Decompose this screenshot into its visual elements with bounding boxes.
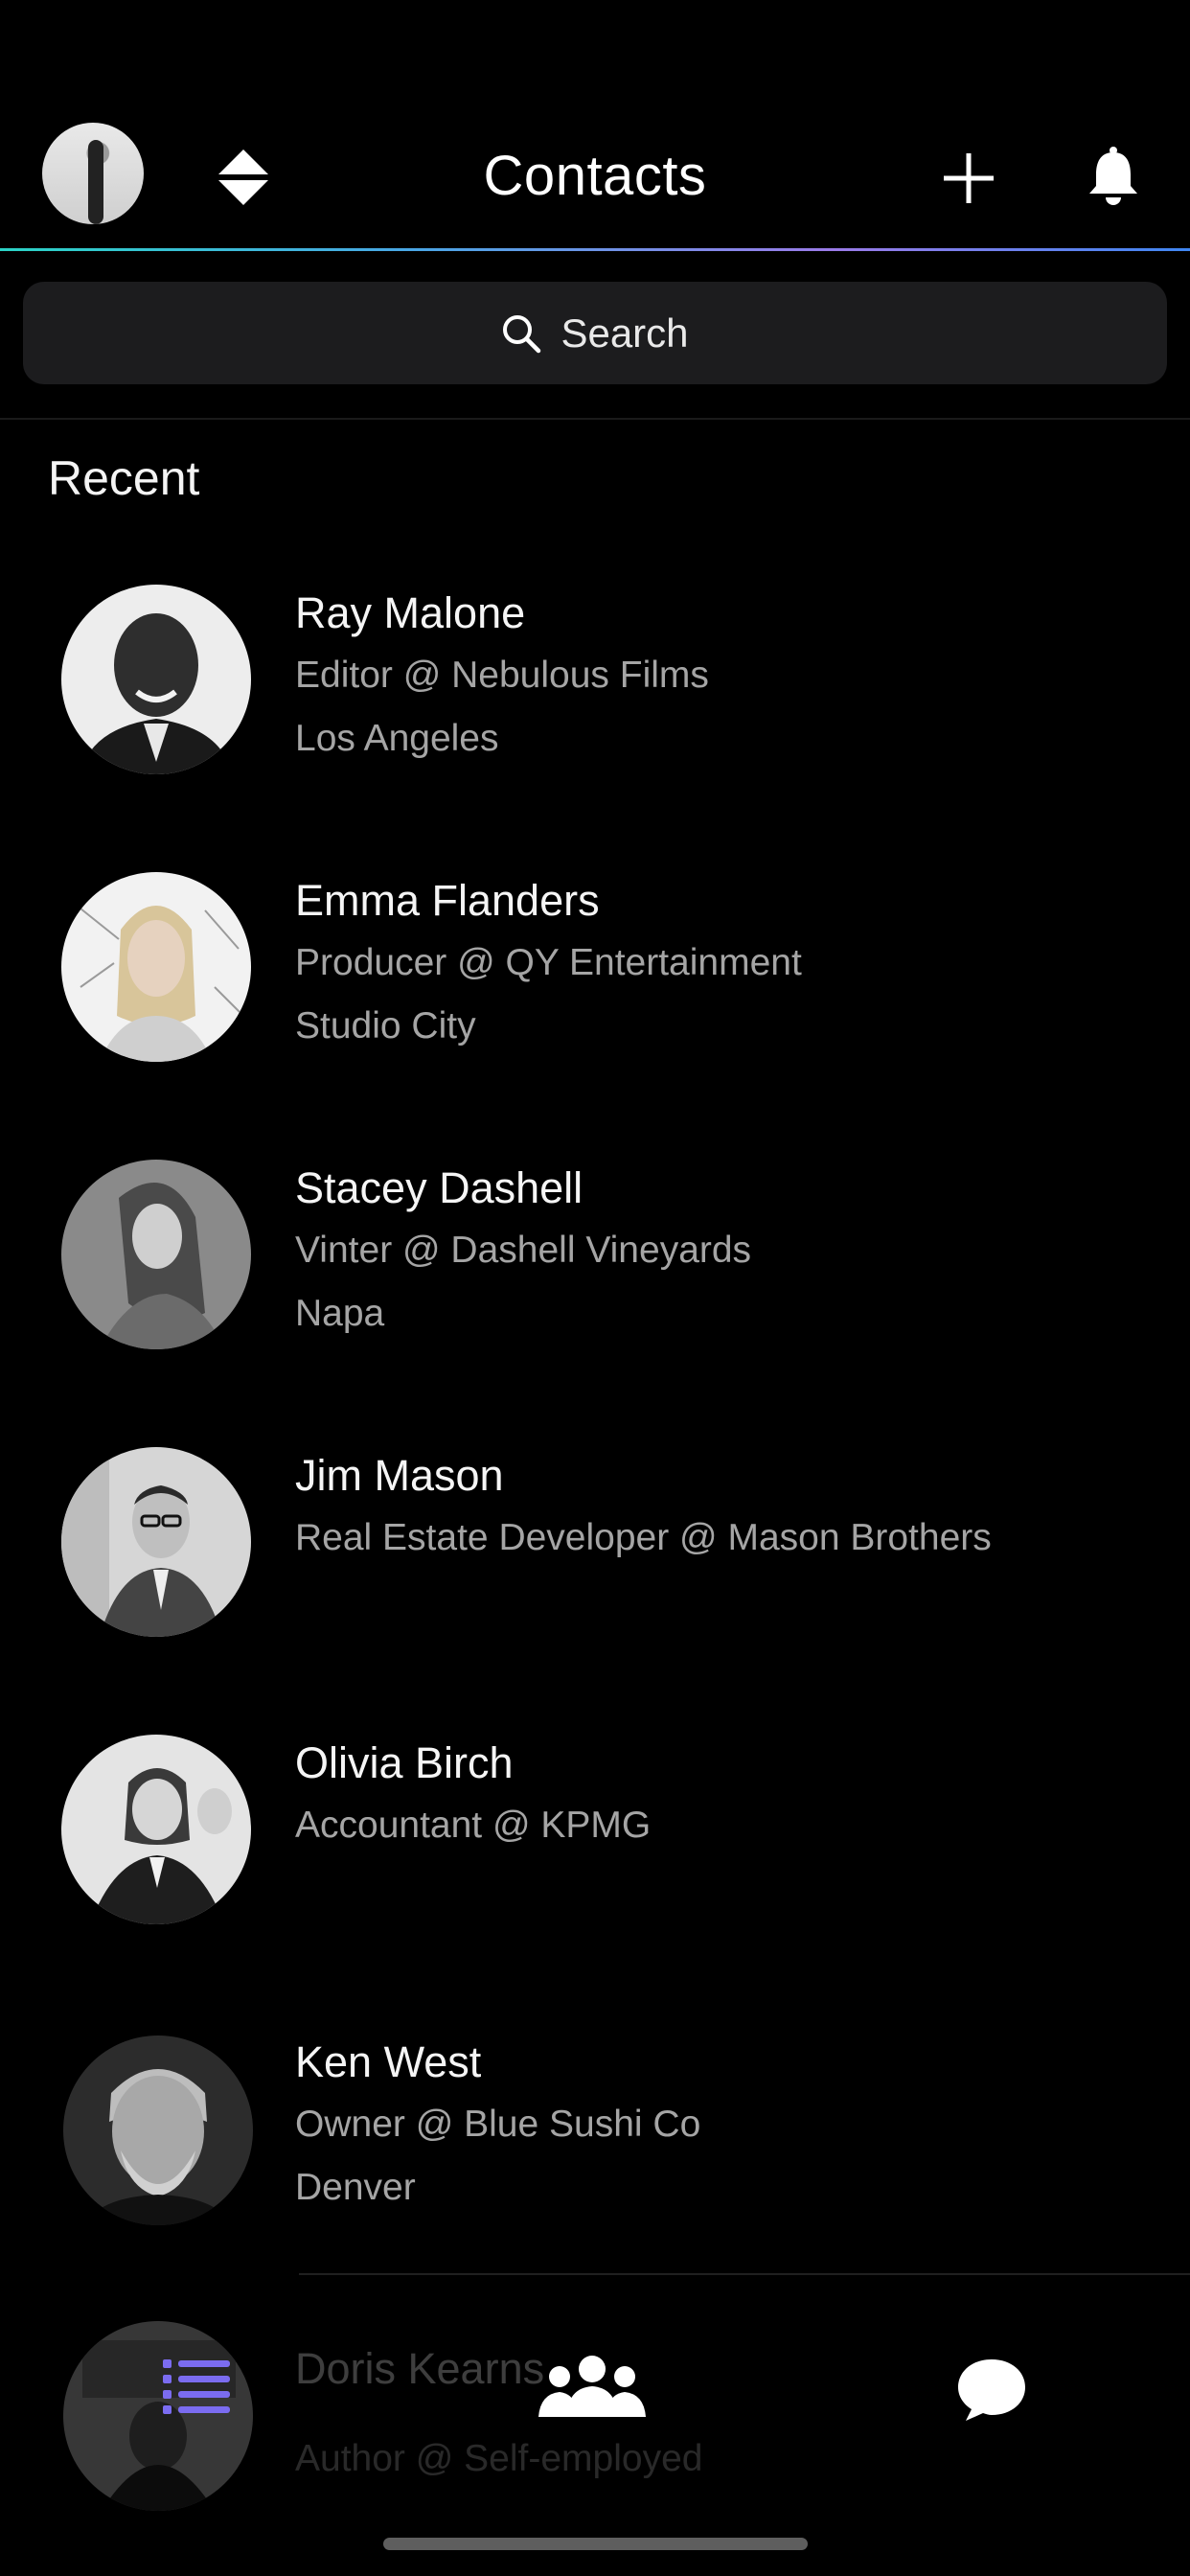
- contact-row[interactable]: Doris Kearns Author @ Self-employed: [0, 2317, 1190, 2566]
- contact-role: Author @ Self-employed: [295, 2438, 703, 2479]
- contact-name: Stacey Dashell: [295, 1163, 584, 1212]
- contact-row[interactable]: Ray Malone Editor @ Nebulous Films Los A…: [0, 575, 1190, 824]
- divider: [0, 418, 1190, 420]
- notifications-bell-icon[interactable]: [1087, 146, 1140, 207]
- contact-role: Vinter @ Dashell Vineyards: [295, 1230, 752, 1271]
- contact-name: Ray Malone: [295, 588, 526, 637]
- contact-avatar: [61, 872, 251, 1062]
- contact-city: Los Angeles: [295, 718, 499, 759]
- contact-avatar: [63, 2036, 253, 2225]
- search-icon: [503, 314, 541, 353]
- section-title-recent: Recent: [48, 451, 200, 505]
- contact-row[interactable]: Emma Flanders Producer @ QY Entertainmen…: [0, 862, 1190, 1112]
- header-bar: Contacts: [0, 0, 1190, 251]
- contact-role: Real Estate Developer @ Mason Brothers: [295, 1517, 992, 1558]
- contact-row[interactable]: Olivia Birch Accountant @ KPMG: [0, 1725, 1190, 1974]
- contact-name: Jim Mason: [295, 1451, 504, 1500]
- header-accent-line: [0, 248, 1190, 251]
- search-placeholder: Search: [561, 310, 689, 356]
- contact-row[interactable]: Stacey Dashell Vinter @ Dashell Vineyard…: [0, 1150, 1190, 1399]
- contact-name: Emma Flanders: [295, 876, 600, 925]
- contact-role: Owner @ Blue Sushi Co: [295, 2104, 701, 2145]
- contact-avatar: [61, 585, 251, 774]
- divider: [299, 2273, 1190, 2275]
- contact-city: Denver: [295, 2167, 416, 2208]
- search-bar[interactable]: Search: [23, 282, 1167, 384]
- contact-avatar: [61, 1447, 251, 1637]
- contact-row[interactable]: Jim Mason Real Estate Developer @ Mason …: [0, 1438, 1190, 1687]
- add-contact-icon[interactable]: [944, 153, 994, 203]
- contact-role: Producer @ QY Entertainment: [295, 942, 802, 983]
- contact-name: Doris Kearns: [295, 2344, 545, 2393]
- contact-role: Editor @ Nebulous Films: [295, 655, 709, 696]
- home-indicator: [383, 2538, 808, 2550]
- contact-city: Studio City: [295, 1005, 476, 1046]
- contact-avatar: [61, 1735, 251, 1924]
- list-tab-icon[interactable]: [163, 2358, 230, 2417]
- contact-row[interactable]: Ken West Owner @ Blue Sushi Co Denver: [0, 2024, 1190, 2273]
- contact-avatar: [61, 1160, 251, 1349]
- contact-name: Olivia Birch: [295, 1738, 514, 1787]
- chat-tab-icon[interactable]: [956, 2358, 1027, 2423]
- contact-name: Ken West: [295, 2037, 482, 2086]
- contact-role: Accountant @ KPMG: [295, 1805, 652, 1846]
- people-tab-icon[interactable]: [538, 2356, 646, 2423]
- page-title: Contacts: [483, 145, 707, 207]
- contact-city: Napa: [295, 1293, 385, 1334]
